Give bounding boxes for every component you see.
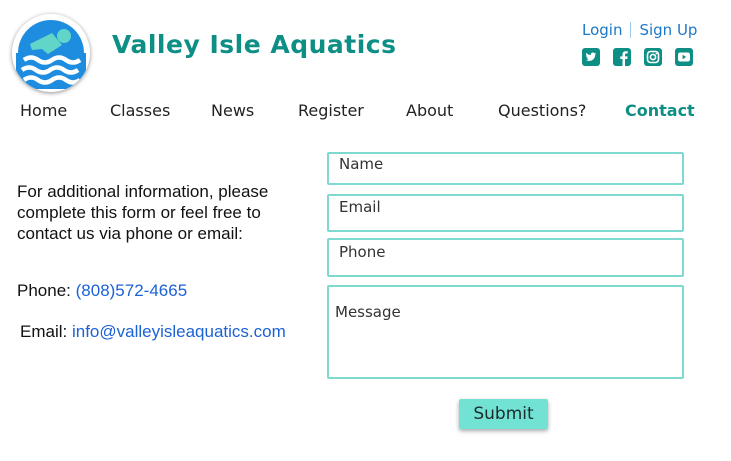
email-link[interactable]: info@valleyisleaquatics.com xyxy=(72,322,286,341)
brand-title[interactable]: Valley Isle Aquatics xyxy=(112,30,397,59)
signup-link[interactable]: Sign Up xyxy=(639,21,697,39)
phone-line: Phone: (808)572-4665 xyxy=(17,281,187,301)
intro-text: For additional information, please compl… xyxy=(17,182,269,243)
name-field[interactable] xyxy=(329,155,682,185)
phone-field-wrapper xyxy=(327,238,684,277)
page: Valley Isle Aquatics Login Sign Up Home C… xyxy=(0,0,731,461)
main-nav: Home Classes News Register About Questio… xyxy=(0,101,731,125)
auth-divider xyxy=(630,22,632,38)
phone-link[interactable]: (808)572-4665 xyxy=(76,281,188,300)
name-field-wrapper xyxy=(327,152,684,185)
phone-label: Phone: xyxy=(17,281,71,300)
message-field-wrapper xyxy=(327,285,684,379)
email-line: Email: info@valleyisleaquatics.com xyxy=(20,322,286,342)
nav-news[interactable]: News xyxy=(211,101,254,120)
instagram-icon[interactable] xyxy=(644,48,662,66)
submit-button[interactable]: Submit xyxy=(459,399,548,429)
login-link[interactable]: Login xyxy=(582,21,622,39)
nav-register[interactable]: Register xyxy=(298,101,364,120)
twitter-icon[interactable] xyxy=(582,48,600,66)
nav-about[interactable]: About xyxy=(406,101,453,120)
facebook-icon[interactable] xyxy=(613,48,631,66)
swimmer-icon xyxy=(12,14,90,92)
nav-home[interactable]: Home xyxy=(20,101,67,120)
email-label: Email: xyxy=(20,322,68,341)
nav-questions[interactable]: Questions? xyxy=(498,101,586,120)
message-field[interactable] xyxy=(329,287,682,377)
nav-contact[interactable]: Contact xyxy=(625,101,695,120)
social-links xyxy=(582,48,693,66)
nav-classes[interactable]: Classes xyxy=(110,101,170,120)
site-logo[interactable] xyxy=(12,14,90,92)
youtube-icon[interactable] xyxy=(675,48,693,66)
auth-links: Login Sign Up xyxy=(582,21,697,39)
phone-field[interactable] xyxy=(329,240,682,275)
email-field-wrapper xyxy=(327,194,684,232)
email-field[interactable] xyxy=(329,196,682,230)
